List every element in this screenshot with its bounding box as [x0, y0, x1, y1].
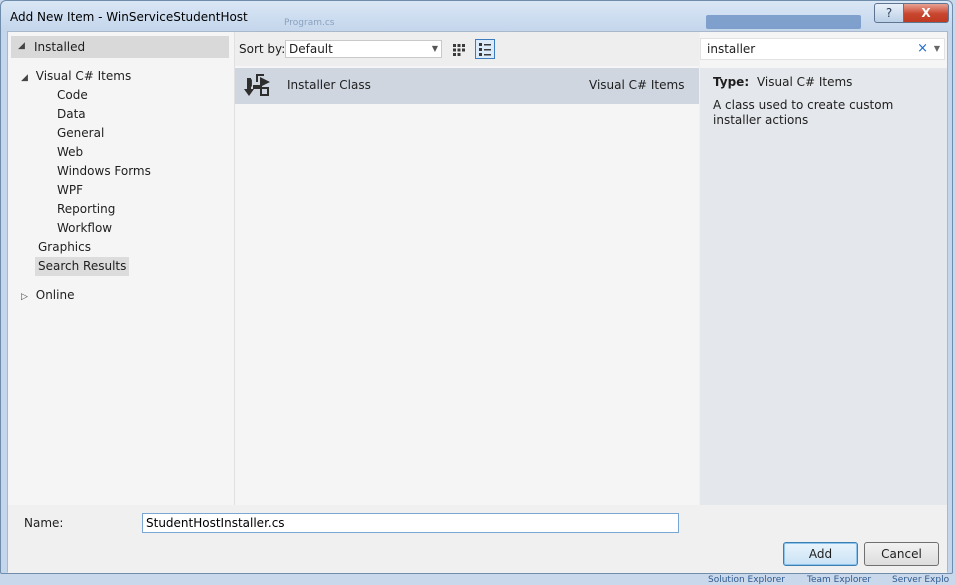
name-field[interactable]	[142, 513, 679, 533]
dialog-title: Add New Item - WinServiceStudentHost	[10, 10, 248, 24]
template-list-panel: Sort by: Default ▼ Installer Class Visua…	[235, 32, 699, 505]
sort-toolbar: Sort by: Default ▼	[235, 32, 699, 66]
tree-node-online[interactable]: ▷ Online	[21, 286, 74, 305]
clear-search-icon[interactable]: ×	[917, 41, 928, 56]
search-installed-templates-field[interactable]: installer × ▼	[700, 38, 945, 60]
chevron-down-icon: ▼	[431, 44, 438, 53]
name-label: Name:	[24, 516, 64, 530]
dialog-footer: Name: Add Cancel	[8, 505, 947, 573]
template-tree-panel: ◢ Installed ◢ Visual C# Items Code Data …	[8, 32, 235, 505]
template-description: A class used to create custom installer …	[713, 98, 894, 127]
tree-item-windows-forms[interactable]: Windows Forms	[57, 162, 151, 181]
sort-by-label: Sort by:	[239, 42, 286, 56]
sort-by-value: Default	[289, 42, 333, 56]
template-item-installer-class[interactable]: Installer Class Visual C# Items	[235, 68, 699, 104]
tree-item-search-results[interactable]: Search Results	[35, 257, 130, 276]
tree-item-data[interactable]: Data	[57, 105, 86, 124]
grid-view-icon	[453, 44, 465, 56]
tree-item-web[interactable]: Web	[57, 143, 83, 162]
add-new-item-dialog: Add New Item - WinServiceStudentHost Pro…	[0, 0, 953, 574]
close-button[interactable]: X	[903, 3, 949, 23]
list-view-icon	[479, 43, 491, 56]
search-input-value: installer	[707, 42, 756, 56]
collapse-arrow-icon: ◢	[21, 73, 28, 83]
installed-header[interactable]: ◢ Installed	[11, 36, 229, 58]
chevron-down-icon[interactable]: ▼	[934, 44, 940, 53]
background-tab-label: Program.cs	[284, 18, 335, 28]
help-button[interactable]: ?	[874, 3, 904, 23]
medium-icons-view-button[interactable]	[449, 39, 469, 59]
type-label: Type:	[713, 75, 750, 89]
tree-item-reporting[interactable]: Reporting	[57, 200, 115, 219]
tree-item-graphics[interactable]: Graphics	[38, 238, 91, 257]
background-tab-team-explorer[interactable]: Team Explorer	[807, 575, 871, 585]
type-value: Visual C# Items	[756, 75, 853, 89]
background-tab-solution-explorer[interactable]: Solution Explorer	[708, 575, 785, 585]
sort-by-dropdown[interactable]: Default ▼	[285, 40, 442, 58]
tree-node-visual-csharp-items[interactable]: ◢ Visual C# Items	[21, 67, 131, 86]
collapse-arrow-icon: ◢	[18, 41, 25, 51]
installer-class-icon	[244, 74, 270, 96]
background-tab-server-explorer[interactable]: Server Explo	[892, 575, 949, 585]
template-item-name: Installer Class	[287, 78, 371, 92]
tree-item-code[interactable]: Code	[57, 86, 88, 105]
cancel-button[interactable]: Cancel	[864, 542, 939, 566]
add-button[interactable]: Add	[783, 542, 858, 566]
title-bar: Add New Item - WinServiceStudentHost Pro…	[1, 1, 952, 31]
tree-node-label: Visual C# Items	[35, 69, 132, 83]
list-view-button[interactable]	[475, 39, 495, 59]
tree-item-general[interactable]: General	[57, 124, 104, 143]
dialog-client-area: ◢ Installed ◢ Visual C# Items Code Data …	[7, 31, 948, 573]
tree-item-wpf[interactable]: WPF	[57, 181, 83, 200]
background-panel-header	[706, 15, 861, 29]
installed-label: Installed	[34, 40, 86, 54]
details-panel: installer × ▼ Type: Visual C# Items A cl…	[700, 32, 947, 505]
template-description-area: Type: Visual C# Items A class used to cr…	[700, 68, 947, 505]
tree-node-label: Online	[35, 288, 75, 302]
expand-arrow-icon: ▷	[21, 292, 28, 302]
tree-item-workflow[interactable]: Workflow	[57, 219, 112, 238]
type-line: Type: Visual C# Items	[713, 75, 852, 89]
template-item-category: Visual C# Items	[589, 78, 685, 92]
